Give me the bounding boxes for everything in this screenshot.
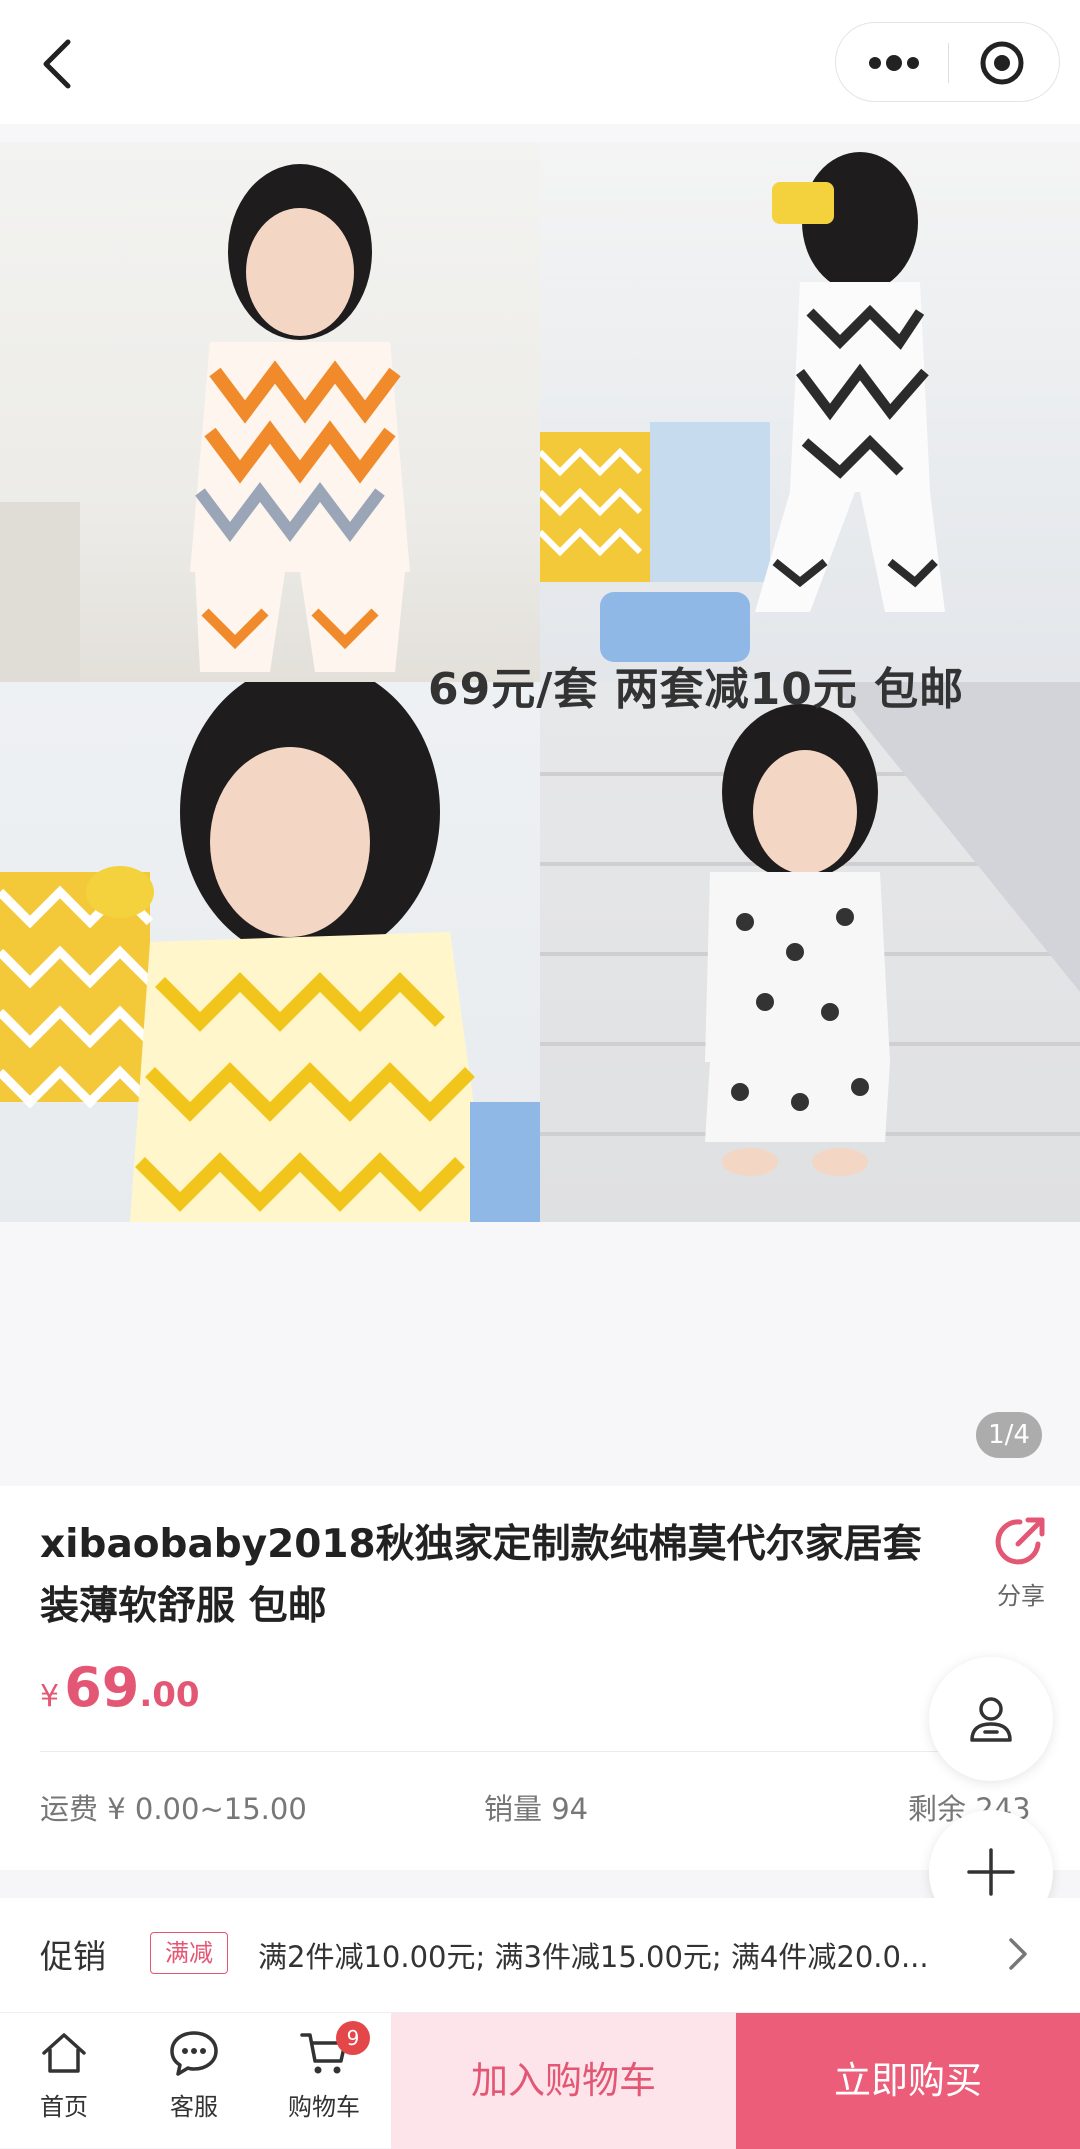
tab-customer-service[interactable]: 客服 [134, 2029, 254, 2122]
bottom-action-bar: 首页 客服 9 购物车 加入购物车 立即购买 [0, 2012, 1080, 2149]
share-button[interactable]: 分享 [985, 1514, 1057, 1611]
shipping-fee: 运费 ¥ 0.00~15.00 [40, 1792, 307, 1826]
more-dots-icon [869, 55, 919, 71]
product-photo-diamond-pajamas [540, 142, 1080, 682]
top-nav-bar [0, 0, 1080, 124]
user-icon [970, 1697, 1012, 1742]
divider [40, 1751, 1040, 1752]
plus-icon [967, 1848, 1015, 1896]
promotion-tag: 满减 [150, 1932, 228, 1974]
chat-bubble-icon [170, 2031, 218, 2076]
target-circle-icon [980, 41, 1024, 85]
tab-customer-service-label: 客服 [170, 2093, 218, 2121]
mini-program-capsule [835, 22, 1060, 102]
capsule-divider [948, 43, 949, 83]
image-page-indicator: 1/4 [976, 1412, 1042, 1458]
promo-overlay-text: 69元/套 两套减10元 包邮 [428, 664, 965, 715]
price-currency-symbol: ¥ [40, 1679, 60, 1714]
buy-now-button[interactable]: 立即购买 [736, 2013, 1080, 2149]
cart-count-badge: 9 [336, 2021, 370, 2055]
promotion-label: 促销 [40, 1937, 106, 1976]
product-info-section: xibaobaby2018秋独家定制款纯棉莫代尔家居套装薄软舒服 包邮 分享 ¥… [0, 1486, 1080, 1870]
share-icon [995, 1517, 1045, 1565]
more-button[interactable] [866, 47, 922, 79]
chevron-left-icon [43, 39, 71, 89]
home-icon [42, 2033, 86, 2073]
chevron-right-icon [1009, 1938, 1027, 1970]
product-photo-panda-pajamas [540, 682, 1080, 1222]
share-label: 分享 [997, 1582, 1045, 1610]
price-integer: 69 [64, 1656, 140, 1719]
product-title: xibaobaby2018秋独家定制款纯棉莫代尔家居套装薄软舒服 包邮 [40, 1522, 922, 1629]
close-mini-program-button[interactable] [978, 39, 1026, 87]
product-photo-orange-pajamas [0, 142, 540, 682]
add-to-cart-button[interactable]: 加入购物车 [391, 2013, 736, 2149]
product-photo-yellow-pajamas [0, 682, 540, 1222]
price-decimal: .00 [139, 1675, 200, 1715]
sales-count: 销量 94 [484, 1792, 589, 1826]
product-price: ¥ 69.00 [40, 1656, 200, 1719]
tab-cart-label: 购物车 [288, 2093, 360, 2121]
tab-home[interactable]: 首页 [4, 2029, 124, 2122]
promotion-row[interactable]: 促销 满减 满2件减10.00元; 满3件减15.00元; 满4件减20.0..… [0, 1898, 1080, 2012]
back-button[interactable] [38, 38, 78, 90]
user-center-button[interactable] [929, 1657, 1053, 1781]
tab-home-label: 首页 [40, 2093, 88, 2121]
tab-cart[interactable]: 9 购物车 [264, 2021, 384, 2122]
product-image-gallery[interactable]: 69元/套 两套减10元 包邮 1/4 [0, 124, 1080, 1486]
promotion-description: 满2件减10.00元; 满3件减15.00元; 满4件减20.0... [258, 1940, 929, 1974]
